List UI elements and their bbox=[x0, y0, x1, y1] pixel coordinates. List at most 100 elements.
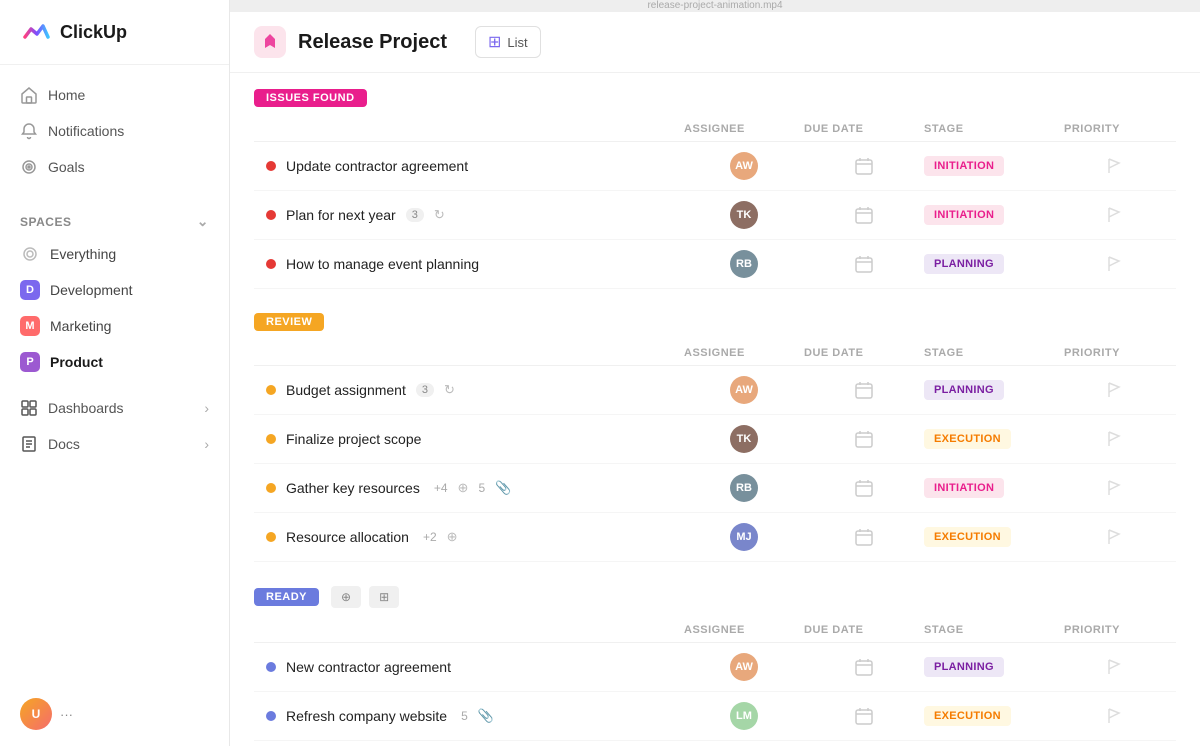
sidebar-item-home[interactable]: Home bbox=[0, 77, 229, 113]
table-row[interactable]: How to manage event planning RB PLANNING bbox=[254, 240, 1176, 289]
table-row[interactable]: Update key objectives 5 📎 LM EX bbox=[254, 741, 1176, 746]
priority-cell bbox=[1064, 255, 1164, 273]
sidebar-extra-sections: Dashboards › Docs › bbox=[0, 390, 229, 462]
clickup-logo-icon bbox=[20, 16, 52, 48]
review-col-headers: ASSIGNEE DUE DATE STAGE PRIORITY bbox=[254, 339, 1176, 366]
priority-cell bbox=[1064, 707, 1164, 725]
main-nav: Home Notifications Goals bbox=[0, 65, 229, 197]
task-name: Update contractor agreement bbox=[266, 158, 684, 174]
everything-icon bbox=[20, 244, 40, 264]
due-date-cell bbox=[804, 156, 924, 176]
group-issues-found: ISSUES FOUND ASSIGNEE DUE DATE STAGE PRI… bbox=[254, 89, 1176, 289]
user-area[interactable]: U ··· bbox=[0, 682, 229, 746]
avatar: AW bbox=[730, 152, 758, 180]
home-label: Home bbox=[48, 87, 85, 103]
due-date-cell bbox=[804, 527, 924, 547]
marketing-dot: M bbox=[20, 316, 40, 336]
sidebar-item-notifications[interactable]: Notifications bbox=[0, 113, 229, 149]
priority-dot bbox=[266, 532, 276, 542]
sidebar-item-development[interactable]: D Development bbox=[0, 272, 229, 308]
table-row[interactable]: New contractor agreement AW PLANNING bbox=[254, 643, 1176, 692]
stage-badge: INITIATION bbox=[924, 478, 1004, 498]
table-row[interactable]: Plan for next year 3 ↻ TK INITIA bbox=[254, 191, 1176, 240]
issues-header-row: ISSUES FOUND bbox=[254, 89, 1176, 107]
stage-cell: INITIATION bbox=[924, 478, 1064, 498]
table-row[interactable]: Update contractor agreement AW INITIATIO… bbox=[254, 142, 1176, 191]
logo-text: ClickUp bbox=[60, 22, 127, 43]
link-icon: ⊕ bbox=[458, 480, 469, 496]
add-task-btn[interactable]: ⊕ bbox=[331, 586, 361, 608]
task-name: Plan for next year 3 ↻ bbox=[266, 207, 684, 223]
issues-badge[interactable]: ISSUES FOUND bbox=[254, 89, 367, 107]
avatar: TK bbox=[730, 201, 758, 229]
table-row[interactable]: Gather key resources +4 ⊕ 5 📎 RB bbox=[254, 464, 1176, 513]
avatar: MJ bbox=[730, 523, 758, 551]
flag-icon bbox=[1105, 479, 1123, 497]
user-ellipsis: ··· bbox=[60, 707, 73, 722]
review-badge[interactable]: REVIEW bbox=[254, 313, 324, 331]
project-title: Release Project bbox=[298, 31, 447, 54]
spaces-chevron[interactable]: ⌄ bbox=[197, 213, 209, 230]
flag-icon bbox=[1105, 157, 1123, 175]
flag-icon bbox=[1105, 658, 1123, 676]
assignee-cell: RB bbox=[684, 250, 804, 278]
table-row[interactable]: Budget assignment 3 ↻ AW PLANNIN bbox=[254, 366, 1176, 415]
attach-count: 5 bbox=[461, 709, 468, 723]
sidebar-item-product[interactable]: P Product bbox=[0, 344, 229, 380]
priority-cell bbox=[1064, 430, 1164, 448]
filter-btn[interactable]: ⊞ bbox=[369, 586, 399, 608]
table-row[interactable]: Finalize project scope TK EXECUTION bbox=[254, 415, 1176, 464]
sidebar-item-everything[interactable]: Everything bbox=[0, 236, 229, 272]
avatar: RB bbox=[730, 474, 758, 502]
table-row[interactable]: Resource allocation +2 ⊕ MJ EXEC bbox=[254, 513, 1176, 562]
stage-cell: PLANNING bbox=[924, 657, 1064, 677]
drag-bar: release-project-animation.mp4 bbox=[230, 0, 1200, 12]
due-date-cell bbox=[804, 254, 924, 274]
assignee-cell: MJ bbox=[684, 523, 804, 551]
content-area: ISSUES FOUND ASSIGNEE DUE DATE STAGE PRI… bbox=[230, 73, 1200, 746]
due-date-cell bbox=[804, 429, 924, 449]
priority-cell bbox=[1064, 381, 1164, 399]
sidebar-item-marketing[interactable]: M Marketing bbox=[0, 308, 229, 344]
docs-chevron: › bbox=[204, 436, 209, 452]
priority-dot bbox=[266, 210, 276, 220]
link-icon: ⊕ bbox=[447, 529, 458, 545]
attach-count: 5 bbox=[478, 481, 485, 495]
flag-icon bbox=[1105, 707, 1123, 725]
priority-dot bbox=[266, 385, 276, 395]
sidebar-item-docs[interactable]: Docs › bbox=[0, 426, 229, 462]
calendar-icon bbox=[854, 156, 874, 176]
calendar-icon bbox=[854, 254, 874, 274]
logo-area[interactable]: ClickUp bbox=[0, 0, 229, 65]
home-icon bbox=[20, 86, 38, 104]
issues-col-headers: ASSIGNEE DUE DATE STAGE PRIORITY bbox=[254, 115, 1176, 142]
stage-cell: INITIATION bbox=[924, 156, 1064, 176]
avatar: AW bbox=[730, 376, 758, 404]
calendar-icon bbox=[854, 205, 874, 225]
stage-cell: PLANNING bbox=[924, 380, 1064, 400]
due-date-cell bbox=[804, 657, 924, 677]
notifications-label: Notifications bbox=[48, 123, 124, 139]
due-date-cell bbox=[804, 380, 924, 400]
task-name: Refresh company website 5 📎 bbox=[266, 708, 684, 724]
assignee-cell: AW bbox=[684, 376, 804, 404]
sidebar-item-dashboards[interactable]: Dashboards › bbox=[0, 390, 229, 426]
ready-controls: ⊕ ⊞ bbox=[331, 586, 399, 608]
flag-icon bbox=[1105, 528, 1123, 546]
task-name: Finalize project scope bbox=[266, 431, 684, 447]
avatar: TK bbox=[730, 425, 758, 453]
stage-badge: PLANNING bbox=[924, 657, 1004, 677]
paperclip-icon: 📎 bbox=[495, 480, 511, 496]
main-content: release-project-animation.mp4 Release Pr… bbox=[230, 0, 1200, 746]
stage-cell: PLANNING bbox=[924, 254, 1064, 274]
table-row[interactable]: Refresh company website 5 📎 LM bbox=[254, 692, 1176, 741]
task-name: How to manage event planning bbox=[266, 256, 684, 272]
flag-icon bbox=[1105, 430, 1123, 448]
assignee-cell: AW bbox=[684, 152, 804, 180]
stage-badge: EXECUTION bbox=[924, 527, 1011, 547]
sidebar-item-goals[interactable]: Goals bbox=[0, 149, 229, 185]
target-icon bbox=[20, 158, 38, 176]
ready-badge[interactable]: READY bbox=[254, 588, 319, 606]
task-name: New contractor agreement bbox=[266, 659, 684, 675]
view-selector[interactable]: ⊞ List bbox=[475, 26, 541, 58]
